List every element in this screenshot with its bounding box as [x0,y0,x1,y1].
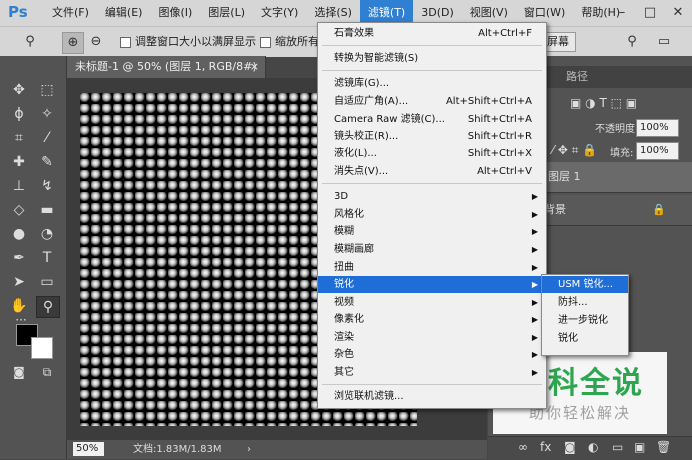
sharpen-item-sharpen[interactable]: 锐化 [542,330,628,347]
magic-wand-icon[interactable]: ✧ [36,104,58,124]
layer-filter-icons[interactable]: ▣ ◑ T ⬚ ▣ [570,96,637,110]
filter-item-distort[interactable]: 扭曲 ▶ [318,259,546,276]
filter-item-stylize[interactable]: 风格化 ▶ [318,206,546,223]
tab-close-icon[interactable]: × [250,56,259,78]
lasso-tool-icon[interactable]: ϕ [8,104,30,124]
lock-icon: 🔒 [652,203,666,216]
quick-mask-icon[interactable]: ◙ [8,362,30,382]
link-layers-icon[interactable]: ∞ [518,440,528,454]
menu-separator [322,384,542,385]
filter-item-other[interactable]: 其它 ▶ [318,364,546,381]
shape-tool-icon[interactable]: ▭ [36,272,58,292]
filter-item-plaster-effect[interactable]: 石膏效果 Alt+Ctrl+F [318,25,546,42]
search-icon[interactable]: ⚲ [622,32,642,52]
document-info: 文档:1.83M/1.83M [133,444,222,455]
zoom-level-field[interactable]: 50% [73,442,104,456]
eyedropper-icon[interactable]: ⁄ [36,128,58,148]
sharpen-item-shake-reduction[interactable]: 防抖... [542,294,628,311]
filter-menu: 石膏效果 Alt+Ctrl+F 转换为智能滤镜(S) 滤镜库(G)... 自适应广… [317,22,547,409]
delete-layer-icon[interactable]: 🗑 [656,440,671,454]
filter-item-render[interactable]: 渲染 ▶ [318,329,546,346]
filter-item-noise[interactable]: 杂色 ▶ [318,346,546,363]
filter-item-vanishing-point[interactable]: 消失点(V)... Alt+Ctrl+V [318,163,546,180]
zoom-all-option[interactable]: 缩放所有 [260,33,319,51]
background-color-swatch[interactable] [31,337,53,359]
maximize-icon[interactable]: □ [636,0,664,26]
marquee-tool-icon[interactable]: ⬚ [36,80,58,100]
pen-tool-icon[interactable]: ✒ [8,248,30,268]
menu-separator [322,183,542,184]
filter-item-adaptive-wide[interactable]: 自适应广角(A)... Alt+Shift+Ctrl+A [318,93,546,110]
zoom-all-checkbox[interactable] [260,36,271,48]
filter-item-pixelate[interactable]: 像素化 ▶ [318,311,546,328]
menu-edit[interactable]: 编辑(E) [97,0,151,26]
resize-window-option[interactable]: 调整窗口大小以满屏显示 [120,33,256,51]
window-controls: – □ ✕ [608,0,692,26]
status-bar: 50% 文档:1.83M/1.83M › [67,440,487,459]
stamp-tool-icon[interactable]: ⊥ [8,176,30,196]
toolbox: ✥ ⬚ ϕ ✧ ⌗ ⁄ ✚ ✎ ⊥ ↯ ◇ ▬ ● ◔ ✒ T ➤ ▭ ✋ ⚲ [0,56,67,459]
minimize-icon[interactable]: – [608,0,636,26]
sharpen-submenu: USM 锐化... 防抖... 进一步锐化 锐化 [541,274,629,356]
menu-separator [322,70,542,71]
status-menu-arrow[interactable]: › [247,440,251,459]
new-layer-icon[interactable]: ▣ [634,440,645,454]
brush-tool-icon[interactable]: ✎ [36,152,58,172]
close-icon[interactable]: ✕ [664,0,692,26]
eraser-tool-icon[interactable]: ◇ [8,200,30,220]
sharpen-item-sharpen-more[interactable]: 进一步锐化 [542,312,628,329]
document-tab[interactable]: 未标题-1 @ 50% (图层 1, RGB/8#) * × [67,56,266,95]
zoom-in-icon[interactable]: ⊕ [62,32,84,54]
move-tool-icon[interactable]: ✥ [8,80,30,100]
lock-icons[interactable]: ⁄ ✥ ⌗ 🔒 [552,143,597,158]
type-tool-icon[interactable]: T [36,248,58,268]
add-mask-icon[interactable]: ◙ [564,440,576,454]
crop-tool-icon[interactable]: ⌗ [8,128,30,148]
menu-image[interactable]: 图像(I) [150,0,200,26]
fx-icon[interactable]: fx [540,440,551,454]
menu-separator [322,45,542,46]
layer-name: 图层 1 [548,170,581,183]
opacity-field[interactable]: 100% [636,119,679,137]
zoom-all-label: 缩放所有 [275,35,319,48]
resize-window-label: 调整窗口大小以满屏显示 [135,35,256,48]
gradient-tool-icon[interactable]: ▬ [36,200,58,220]
filter-item-3d[interactable]: 3D ▶ [318,188,546,205]
fill-label: 填充: [610,148,634,159]
filter-item-sharpen[interactable]: 锐化 ▶ [318,276,546,293]
path-select-icon[interactable]: ➤ [8,272,30,292]
opacity-label: 不透明度: [595,124,639,135]
resize-window-checkbox[interactable] [120,36,131,48]
filter-item-blur[interactable]: 模糊 ▶ [318,223,546,240]
menu-type[interactable]: 文字(Y) [253,0,306,26]
photoshop-logo: Ps [8,3,28,21]
zoom-tool-icon[interactable]: ⚲ [20,32,40,52]
filter-item-blur-gallery[interactable]: 模糊画廊 ▶ [318,241,546,258]
screen-mode-icon[interactable]: ⧉ [36,362,58,382]
zoom-out-icon[interactable]: ⊖ [86,32,106,52]
fill-field[interactable]: 100% [636,142,679,160]
workspace-icon[interactable]: ▭ [654,32,674,52]
new-group-icon[interactable]: ▭ [612,440,623,454]
filter-item-video[interactable]: 视频 ▶ [318,294,546,311]
filter-item-gallery[interactable]: 滤镜库(G)... [318,75,546,92]
filter-item-liquify[interactable]: 液化(L)... Shift+Ctrl+X [318,145,546,162]
tab-paths[interactable]: 路径 [560,66,594,88]
filter-item-camera-raw[interactable]: Camera Raw 滤镜(C)... Shift+Ctrl+A [318,111,546,128]
menu-layer[interactable]: 图层(L) [200,0,253,26]
sharpen-item-usm[interactable]: USM 锐化... [542,276,628,293]
menu-file[interactable]: 文件(F) [44,0,97,26]
dodge-tool-icon[interactable]: ◔ [36,224,58,244]
filter-item-browse-online[interactable]: 浏览联机滤镜... [318,388,546,405]
healing-brush-icon[interactable]: ✚ [8,152,30,172]
filter-item-convert-smart[interactable]: 转换为智能滤镜(S) [318,50,546,67]
zoom-tool-selected-icon[interactable]: ⚲ [36,296,60,318]
history-brush-icon[interactable]: ↯ [36,176,58,196]
layer-name-background: 背景 [544,203,566,216]
layers-panel-footer: ∞ fx ◙ ◐ ▭ ▣ 🗑 [488,436,692,460]
filter-item-lens-correction[interactable]: 镜头校正(R)... Shift+Ctrl+R [318,128,546,145]
adjustment-layer-icon[interactable]: ◐ [588,440,598,454]
blur-tool-icon[interactable]: ● [8,224,30,244]
